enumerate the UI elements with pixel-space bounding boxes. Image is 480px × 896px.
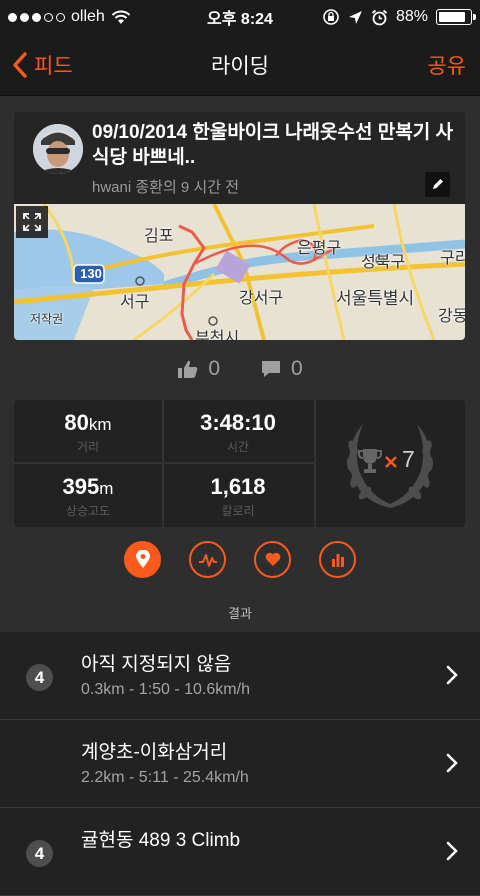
map-label-guri: 구리 xyxy=(440,250,465,267)
segment-name: 아직 지정되지 않음 xyxy=(81,654,232,675)
avatar[interactable] xyxy=(33,124,83,174)
chevron-left-icon xyxy=(13,51,27,78)
map-label-seongbukgu: 성북구 xyxy=(361,254,406,271)
social-bar: 0 0 xyxy=(0,357,480,381)
battery-icon xyxy=(436,9,476,25)
activity-title[interactable]: 09/10/2014 한울바이크 나래옷수선 만복기 사식당 바쁘네.. xyxy=(92,120,462,170)
elevation-label: 상승고도 xyxy=(65,504,111,518)
activity-meta: hwani 종환의 9 시간 전 xyxy=(92,179,240,196)
route-map[interactable]: 김포 130 서구 저작권 강서구 은평구 성북구 서울특별시 부천시 구리 강… xyxy=(14,204,465,340)
stat-distance: 80km 거리 xyxy=(14,400,162,462)
heart-tab[interactable] xyxy=(254,541,291,578)
pulse-icon xyxy=(198,553,217,567)
kudos-count: 0 xyxy=(208,357,220,380)
expand-map-button[interactable] xyxy=(16,206,48,238)
activity-card: 09/10/2014 한울바이크 나래옷수선 만복기 사식당 바쁘네.. hwa… xyxy=(14,112,465,340)
segment-detail: 2.2km - 5:11 - 25.4km/h xyxy=(81,769,249,786)
distance-label: 거리 xyxy=(76,440,100,454)
results-section-title: 결과 xyxy=(228,606,252,621)
comment-icon xyxy=(262,361,280,377)
stat-elevation: 395m 상승고도 xyxy=(14,464,162,526)
share-button[interactable]: 공유 xyxy=(427,50,480,80)
calories-value: 1,618 xyxy=(210,474,266,499)
distance-value: 80 xyxy=(64,410,89,435)
rank-badge: 4 xyxy=(26,840,53,867)
segment-row[interactable]: 계양초-이화삼거리 2.2km - 5:11 - 25.4km/h xyxy=(0,720,480,808)
segment-name: 계양초-이화삼거리 xyxy=(81,742,228,763)
heart-icon xyxy=(265,552,280,566)
map-label-eunpyeonggu: 은평구 xyxy=(297,240,342,257)
rank-badge: 4 xyxy=(26,664,53,691)
stats-panel: 80km 거리 3:48:10 시간 395m 상승고도 1,618 칼로리 7 xyxy=(14,400,465,527)
segment-results-list: 4 아직 지정되지 않음 0.3km - 1:50 - 10.6km/h 계양초… xyxy=(0,632,480,896)
segment-row[interactable]: 4 아직 지정되지 않음 0.3km - 1:50 - 10.6km/h xyxy=(0,632,480,720)
segment-name: 귤현동 489 3 Climb xyxy=(81,830,241,851)
thumbs-up-icon xyxy=(178,360,198,378)
elevation-unit: m xyxy=(99,479,114,498)
battery-percent: 88% xyxy=(395,8,428,25)
segment-row[interactable]: 4 귤현동 489 3 Climb xyxy=(0,808,480,896)
map-label-route-130: 130 xyxy=(80,266,102,281)
wifi-icon xyxy=(111,10,131,24)
divider xyxy=(14,462,314,464)
stat-calories: 1,618 칼로리 xyxy=(164,464,312,526)
back-button[interactable]: 피드 xyxy=(0,50,73,80)
time-value: 3:48:10 xyxy=(200,410,276,435)
time-label: 시간 xyxy=(226,440,250,454)
map-label-gimpo: 김포 xyxy=(144,228,174,245)
comments-count: 0 xyxy=(291,357,303,380)
comments-button[interactable]: 0 xyxy=(260,357,303,381)
nav-bar: 피드 라이딩 공유 xyxy=(0,34,480,96)
map-label-seoul: 서울특별시 xyxy=(336,289,415,308)
analysis-tab[interactable] xyxy=(189,541,226,578)
map-label-copyright: 저작권 xyxy=(30,312,64,326)
achievements-badge[interactable]: 7 xyxy=(316,400,465,527)
map-label-gangseogu: 강서구 xyxy=(239,290,284,307)
status-bar: olleh 오후 8:24 88% xyxy=(0,0,480,34)
trophy-icon xyxy=(358,449,382,473)
activity-tabs xyxy=(0,541,480,578)
chevron-right-icon xyxy=(446,841,458,861)
elevation-value: 395 xyxy=(62,474,100,499)
location-pin-icon xyxy=(135,550,150,568)
stat-time: 3:48:10 시간 xyxy=(164,400,312,462)
kudos-button[interactable]: 0 xyxy=(177,357,220,381)
segment-detail: 0.3km - 1:50 - 10.6km/h xyxy=(81,681,250,698)
calories-label: 칼로리 xyxy=(221,504,255,518)
times-icon xyxy=(385,456,397,468)
location-arrow-icon xyxy=(348,10,362,24)
rotation-lock-icon xyxy=(323,9,339,25)
edit-button[interactable] xyxy=(425,172,450,197)
map-label-gangdong: 강동 xyxy=(438,308,465,325)
carrier-name: olleh xyxy=(71,8,105,25)
chevron-right-icon xyxy=(446,753,458,773)
chart-tab[interactable] xyxy=(319,541,356,578)
map-label-seogu: 서구 xyxy=(120,294,150,311)
expand-icon xyxy=(23,213,41,231)
back-button-label: 피드 xyxy=(34,54,73,78)
chevron-right-icon xyxy=(446,665,458,685)
distance-unit: km xyxy=(88,415,112,434)
alarm-icon xyxy=(371,9,388,25)
map-label-bucheon: 부천시 xyxy=(195,330,240,340)
signal-strength-icon xyxy=(8,12,65,22)
map-tab[interactable] xyxy=(124,541,161,578)
activity-header: 09/10/2014 한울바이크 나래옷수선 만복기 사식당 바쁘네.. hwa… xyxy=(14,112,465,204)
bar-chart-icon xyxy=(331,553,344,567)
pencil-icon xyxy=(433,179,443,189)
achievements-count: 7 xyxy=(402,446,415,472)
